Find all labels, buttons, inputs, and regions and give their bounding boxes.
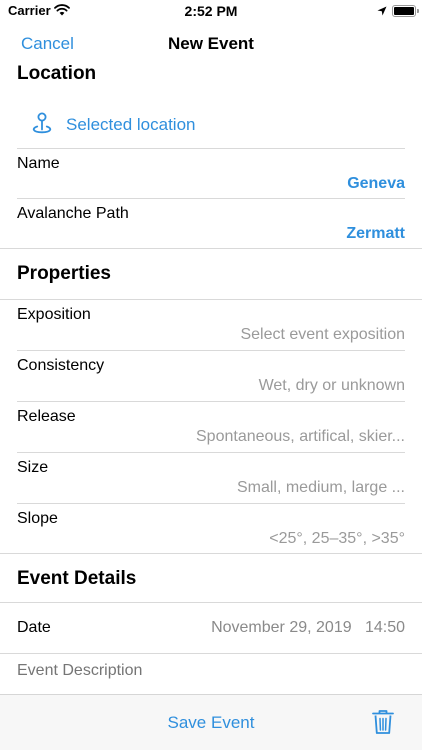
event-description-input[interactable]: [17, 662, 405, 680]
cancel-button[interactable]: Cancel: [21, 34, 74, 54]
consistency-row[interactable]: Consistency Wet, dry or unknown: [0, 351, 422, 401]
exposition-label: Exposition: [17, 306, 91, 323]
divider: [0, 248, 422, 249]
exposition-placeholder: Select event exposition: [240, 326, 405, 343]
slope-label: Slope: [17, 510, 58, 527]
release-label: Release: [17, 408, 76, 425]
map-pin-icon: [32, 112, 52, 134]
date-value: November 29, 2019: [211, 619, 352, 636]
section-header-event-details: Event Details: [17, 568, 137, 589]
section-header-properties: Properties: [17, 263, 111, 284]
battery-tip: [417, 9, 419, 13]
name-row[interactable]: Name Geneva: [0, 149, 422, 199]
release-placeholder: Spontaneous, artifical, skier...: [196, 428, 405, 445]
name-label: Name: [17, 155, 60, 172]
selected-location-button[interactable]: Selected location: [0, 104, 422, 148]
avalanche-path-value: Zermatt: [346, 225, 405, 242]
trash-icon[interactable]: [372, 709, 394, 735]
battery-icon: [392, 5, 416, 17]
selected-location-label: Selected location: [66, 115, 196, 134]
divider: [0, 653, 422, 654]
exposition-row[interactable]: Exposition Select event exposition: [0, 300, 422, 350]
avalanche-path-row[interactable]: Avalanche Path Zermatt: [0, 199, 422, 249]
date-label: Date: [17, 619, 51, 636]
date-row[interactable]: Date November 29, 2019 14:50: [0, 603, 422, 653]
status-bar: Carrier 2:52 PM: [0, 0, 422, 24]
slope-placeholder: <25°, 25–35°, >35°: [269, 530, 405, 547]
date-time-value: November 29, 2019 14:50: [211, 619, 405, 637]
avalanche-path-label: Avalanche Path: [17, 205, 129, 222]
bottom-toolbar: Save Event: [0, 694, 422, 750]
release-row[interactable]: Release Spontaneous, artifical, skier...: [0, 402, 422, 452]
name-value: Geneva: [347, 175, 405, 192]
section-header-location: Location: [17, 63, 97, 84]
status-time: 2:52 PM: [184, 3, 238, 19]
location-arrow-icon: [377, 6, 387, 16]
time-value: 14:50: [364, 619, 405, 636]
size-row[interactable]: Size Small, medium, large ...: [0, 453, 422, 503]
consistency-label: Consistency: [17, 357, 105, 374]
size-label: Size: [17, 459, 49, 476]
consistency-placeholder: Wet, dry or unknown: [258, 377, 405, 394]
nav-bar: New Event Cancel: [0, 24, 422, 62]
slope-row[interactable]: Slope <25°, 25–35°, >35°: [0, 504, 422, 554]
divider: [0, 553, 422, 554]
save-event-button[interactable]: Save Event: [0, 713, 422, 733]
size-placeholder: Small, medium, large ...: [236, 479, 405, 496]
